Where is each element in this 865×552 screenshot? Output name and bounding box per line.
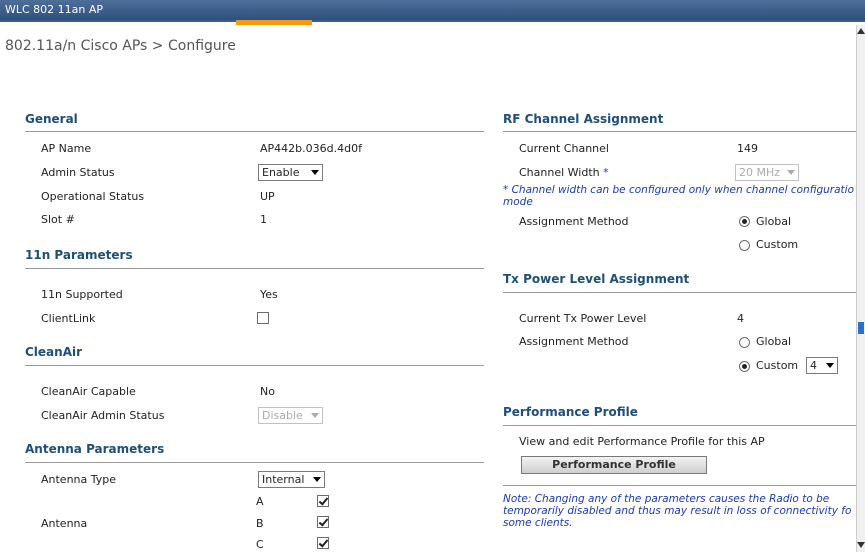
- general-section-title: General: [25, 112, 78, 126]
- 11n-divider: [25, 268, 484, 269]
- rf-custom-radio[interactable]: [739, 240, 750, 251]
- clientlink-label: ClientLink: [41, 312, 96, 325]
- antenna-type-label: Antenna Type: [41, 473, 117, 486]
- antenna-b-label: B: [256, 517, 264, 530]
- antenna-divider: [25, 462, 484, 463]
- rf-divider: [503, 131, 856, 132]
- general-divider: [25, 131, 484, 132]
- cleanair-admin-status-label: CleanAir Admin Status: [41, 409, 165, 422]
- window-title: WLC 802 11an AP: [5, 3, 104, 16]
- rf-global-radio[interactable]: [739, 216, 750, 227]
- clientlink-checkbox[interactable]: [257, 312, 269, 324]
- channel-width-note-line2: mode: [503, 196, 533, 208]
- cleanair-admin-status-select[interactable]: Disable: [258, 407, 323, 424]
- operational-status-label: Operational Status: [41, 190, 145, 203]
- tx-custom-level-selected: 4: [810, 359, 817, 372]
- tx-section-title: Tx Power Level Assignment: [503, 272, 690, 286]
- channel-width-select[interactable]: 20 MHz: [735, 164, 799, 181]
- admin-status-label: Admin Status: [41, 166, 115, 179]
- antenna-section-title: Antenna Parameters: [25, 442, 165, 456]
- tx-custom-radio[interactable]: [739, 361, 750, 372]
- vertical-scrollbar[interactable]: [856, 25, 865, 552]
- ap-name-value: AP442b.036d.4d0f: [260, 142, 362, 155]
- footer-note-line3: some clients.: [503, 517, 573, 529]
- chevron-down-icon: [313, 477, 321, 482]
- scroll-thumb[interactable]: [858, 322, 864, 334]
- chevron-down-icon: [787, 170, 795, 175]
- current-tx-power-label: Current Tx Power Level: [519, 312, 647, 325]
- antenna-b-checkbox[interactable]: [317, 516, 329, 528]
- ap-name-label: AP Name: [41, 142, 92, 155]
- rf-assignment-method-label: Assignment Method: [519, 215, 629, 228]
- chevron-down-icon: [311, 170, 319, 175]
- performance-profile-button[interactable]: Performance Profile: [521, 456, 707, 474]
- tx-assignment-method-label: Assignment Method: [519, 335, 629, 348]
- active-tab-indicator: [236, 20, 312, 25]
- admin-status-selected: Enable: [262, 166, 300, 179]
- page-title: 802.11a/n Cisco APs > Configure: [5, 38, 236, 54]
- performance-description: View and edit Performance Profile for th…: [519, 435, 765, 448]
- rf-global-label: Global: [756, 215, 792, 228]
- scroll-up-icon[interactable]: [857, 28, 865, 34]
- performance-section-title: Performance Profile: [503, 405, 638, 419]
- antenna-a-label: A: [256, 495, 264, 508]
- antenna-type-select[interactable]: Internal: [258, 471, 325, 488]
- current-channel-value: 149: [737, 142, 758, 155]
- rf-section-title: RF Channel Assignment: [503, 112, 664, 126]
- 11n-section-title: 11n Parameters: [25, 248, 133, 262]
- slot-label: Slot #: [41, 213, 75, 226]
- chevron-down-icon: [826, 363, 834, 368]
- cleanair-admin-status-selected: Disable: [262, 409, 303, 422]
- title-underline: [0, 20, 865, 22]
- current-tx-power-value: 4: [737, 312, 744, 325]
- footer-note-line2: temporarily disabled and thus may result…: [503, 505, 852, 517]
- footer-note-line1: Note: Changing any of the parameters cau…: [503, 493, 830, 505]
- tx-global-label: Global: [756, 335, 792, 348]
- antenna-type-selected: Internal: [262, 473, 305, 486]
- cleanair-divider: [25, 365, 484, 366]
- channel-width-label: Channel Width *: [519, 166, 609, 179]
- note-divider: [503, 485, 856, 486]
- tx-custom-level-select[interactable]: 4: [806, 357, 838, 374]
- required-asterisk: *: [603, 166, 609, 179]
- antenna-label: Antenna: [41, 517, 88, 530]
- tx-custom-label: Custom: [756, 359, 799, 372]
- 11n-supported-label: 11n Supported: [41, 288, 123, 301]
- antenna-c-label: C: [256, 538, 264, 551]
- channel-width-selected: 20 MHz: [739, 166, 781, 179]
- current-channel-label: Current Channel: [519, 142, 609, 155]
- scroll-down-icon[interactable]: [857, 542, 865, 548]
- tx-divider: [503, 292, 856, 293]
- performance-divider: [503, 425, 856, 426]
- antenna-a-checkbox[interactable]: [317, 495, 329, 507]
- rf-custom-label: Custom: [756, 238, 799, 251]
- cleanair-capable-label: CleanAir Capable: [41, 385, 136, 398]
- admin-status-select[interactable]: Enable: [258, 164, 323, 181]
- 11n-supported-value: Yes: [260, 288, 278, 301]
- operational-status-value: UP: [260, 190, 275, 203]
- chevron-down-icon: [311, 413, 319, 418]
- channel-width-note-line1: * Channel width can be configured only w…: [503, 184, 855, 196]
- cleanair-capable-value: No: [260, 385, 275, 398]
- tx-global-radio[interactable]: [739, 337, 750, 348]
- antenna-c-checkbox[interactable]: [317, 537, 329, 549]
- cleanair-section-title: CleanAir: [25, 345, 83, 359]
- window-title-bar: WLC 802 11an AP: [0, 0, 865, 20]
- channel-width-label-text: Channel Width: [519, 166, 600, 179]
- slot-value: 1: [260, 213, 267, 226]
